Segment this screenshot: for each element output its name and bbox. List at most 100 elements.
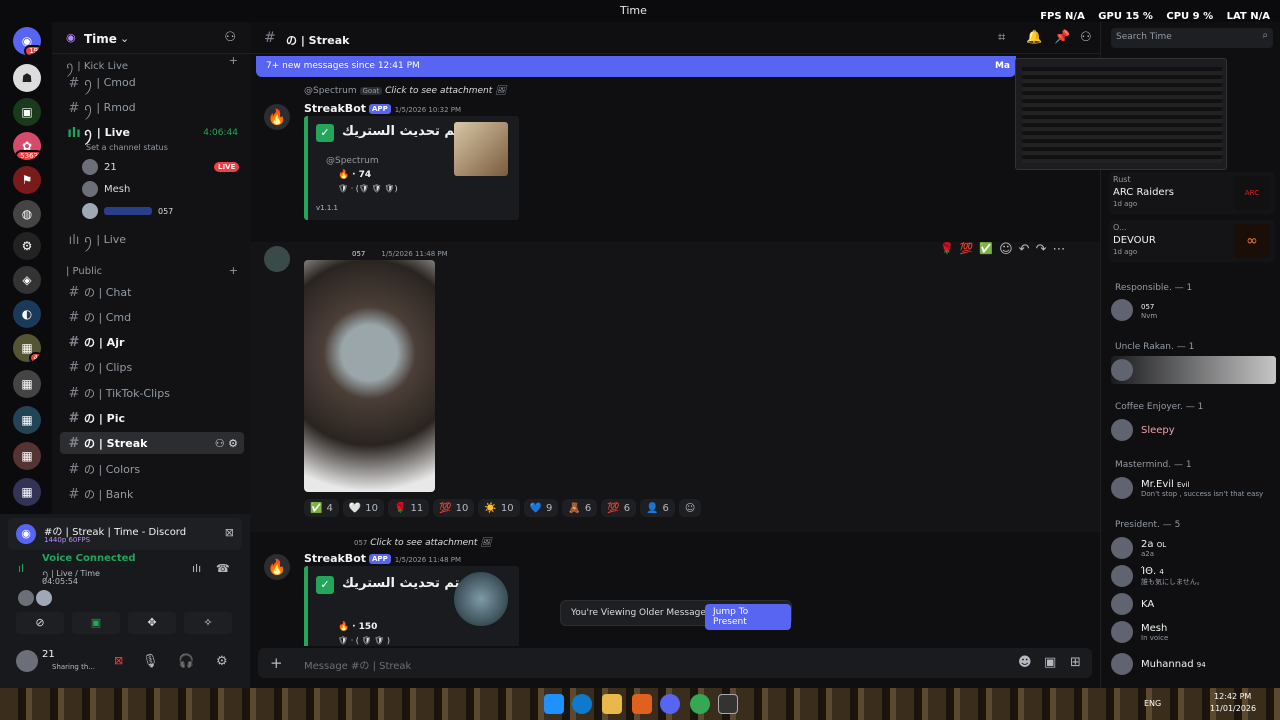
channel-cmod[interactable]: # ꪆ | Cmod [60,72,244,94]
threads-icon[interactable]: ⌗ [998,30,1005,45]
activity-card[interactable]: Rust ARC Raiders 1d ago ARC [1109,172,1275,214]
camera-muted-icon[interactable]: ⊠ [114,654,123,667]
reaction-hundred-2[interactable]: 💯 6 [601,499,637,517]
member-item[interactable]: KA [1111,590,1276,618]
disconnect-icon[interactable]: ☎ [216,562,230,575]
member-item[interactable]: Sleepy [1111,416,1276,444]
author-name[interactable]: StreakBot [304,552,366,565]
channel-clips[interactable]: # の | Clips [60,356,244,378]
reply-preview[interactable]: 057 Click to see attachment 🖼 [354,538,492,548]
server-folder-icon[interactable]: ▦ [13,406,41,434]
activities-icon[interactable]: ✥ [128,612,176,634]
search-box[interactable]: Search Time ⌕ [1111,28,1273,48]
embed-thumbnail[interactable] [454,122,508,176]
edge-icon[interactable] [572,694,592,714]
server-icon[interactable]: ▣ [13,98,41,126]
bot-avatar[interactable]: 🔥 [264,554,290,580]
forward-icon[interactable]: ↷ [1036,242,1047,260]
soundboard-icon[interactable]: ✧ [184,612,232,634]
reaction-hundred[interactable]: 💯 10 [433,499,475,517]
server-folder-icon[interactable]: ▦ [13,370,41,398]
voice-status[interactable]: Voice Connected [42,553,136,564]
mark-as-read[interactable]: Ma [995,61,1010,71]
gif-icon[interactable]: ▣ [1044,655,1056,670]
activity-card[interactable]: O... DEVOUR 1d ago ∞ [1109,220,1275,262]
channel-streak[interactable]: # の | Streak ⚇ ⚙ [60,432,244,454]
new-messages-bar[interactable]: 7+ new messages since 12:41 PM Ma [256,56,1016,77]
member-item[interactable]: ΊΘ. 4 誰も気にしません。 [1111,562,1276,590]
add-reaction-button[interactable]: ☺ [678,499,702,517]
add-channel-icon[interactable]: + [229,54,238,67]
member-item[interactable]: Muhannad 94 [1111,650,1276,678]
add-channel-icon[interactable]: + [229,264,238,277]
noise-suppression-icon[interactable]: ılı [192,562,201,575]
bot-avatar[interactable]: 🔥 [264,104,290,130]
add-reaction-icon[interactable]: ☺ [999,242,1013,260]
channel-settings-icon[interactable]: ⚇ ⚙ [215,437,238,450]
reaction-heart[interactable]: 🤍 10 [342,499,385,517]
reaction-rose[interactable]: 🌹 11 [388,499,430,517]
message-author[interactable]: StreakBot APP 1/5/2026 11:48 PM [304,552,461,565]
message-input[interactable]: Message #の | Streak [304,657,411,672]
channel-colors[interactable]: # の | Colors [60,458,244,480]
channel-rmod[interactable]: # ꪆ | Rmod [60,97,244,119]
server-icon[interactable]: ◐ [13,300,41,328]
screen-share-icon[interactable]: ▣ [72,612,120,634]
channel-ajr[interactable]: # の | Ajr [60,331,244,353]
gift-icon[interactable]: ⊞ [1070,655,1081,670]
reaction-bear[interactable]: 🧸 6 [562,499,598,517]
jump-to-present-button[interactable]: Jump To Present [705,604,791,630]
gear-icon[interactable]: ⚙ [216,654,228,669]
pin-icon[interactable]: 📌 [1054,30,1070,45]
reaction-check[interactable]: ✅ 4 [304,499,339,517]
user-avatar[interactable] [264,246,290,272]
server-folder-icon[interactable]: ▦ [13,442,41,470]
message-author[interactable]: 057 1/5/2026 11:48 PM [348,246,448,259]
sticker-icon[interactable]: ☻ [1018,655,1032,670]
reply-icon[interactable]: ↶ [1019,242,1030,260]
chrome-icon[interactable] [690,694,710,714]
channel-chat[interactable]: # の | Chat [60,281,244,303]
author-name[interactable]: StreakBot [304,102,366,115]
member-item[interactable]: 057 Nvm [1111,296,1276,324]
server-icon[interactable]: ✿ 5363 [13,132,41,160]
server-folder-icon[interactable]: ▦ [13,478,41,506]
member-item[interactable] [1111,356,1276,384]
message-author[interactable]: StreakBot APP 1/5/2026 10:32 PM [304,102,461,115]
server-icon[interactable]: ◍ [13,200,41,228]
camera-off-icon[interactable]: ⊘ [16,612,64,634]
reaction-sun[interactable]: ☀️ 10 [478,499,520,517]
member-item[interactable]: Mr.Evil Evil Don't stop , success isn't t… [1111,474,1276,502]
channel-tiktok-clips[interactable]: # の | TikTok-Clips [60,382,244,404]
obs-icon[interactable] [718,694,738,714]
server-folder-icon[interactable]: ▦ 4 [13,334,41,362]
user-name[interactable]: 21 [42,649,55,660]
channel-status[interactable]: Set a channel status [86,143,168,152]
embed-thumbnail[interactable] [454,572,508,626]
member-list-icon[interactable]: ⚇ [1080,30,1092,45]
member-item[interactable]: Mesh In voice [1111,618,1276,646]
check-reaction-icon[interactable]: ✅ [979,242,993,260]
rose-reaction-icon[interactable]: 🌹 [940,242,954,260]
voice-user[interactable]: 057 [82,203,173,219]
reaction-person[interactable]: 👤 6 [640,499,675,517]
discord-home-icon[interactable]: ◉ 19 [13,27,41,55]
voice-channel-live[interactable]: ılı ꪆ | Live 4:06:44 [60,122,244,144]
windows-start-icon[interactable] [544,694,564,714]
reply-preview[interactable]: @Spectrum Goat Click to see attachment 🖼 [304,86,507,96]
close-icon[interactable]: ⊠ [225,526,234,539]
language-indicator[interactable]: ENG [1144,699,1161,708]
discord-taskbar-icon[interactable] [660,694,680,714]
stream-preview-overlay[interactable] [1015,58,1227,170]
embed-mention[interactable]: @Spectrum [326,156,379,166]
hundred-reaction-icon[interactable]: 💯 [960,242,974,260]
headphones-icon[interactable]: 🎧 [178,654,194,669]
server-icon[interactable]: ☗ [13,64,41,92]
app-icon[interactable] [632,694,652,714]
microphone-icon[interactable]: 🎙 [142,654,159,669]
server-header[interactable]: ◉ Time ⌄ ⚇ [52,22,250,54]
search-input[interactable]: Search Time [1116,32,1172,42]
server-icon[interactable]: ⚙ [13,232,41,260]
voice-channel-live-2[interactable]: ılı ꪆ | Live [60,229,244,251]
channel-pic[interactable]: # の | Pic [60,407,244,429]
